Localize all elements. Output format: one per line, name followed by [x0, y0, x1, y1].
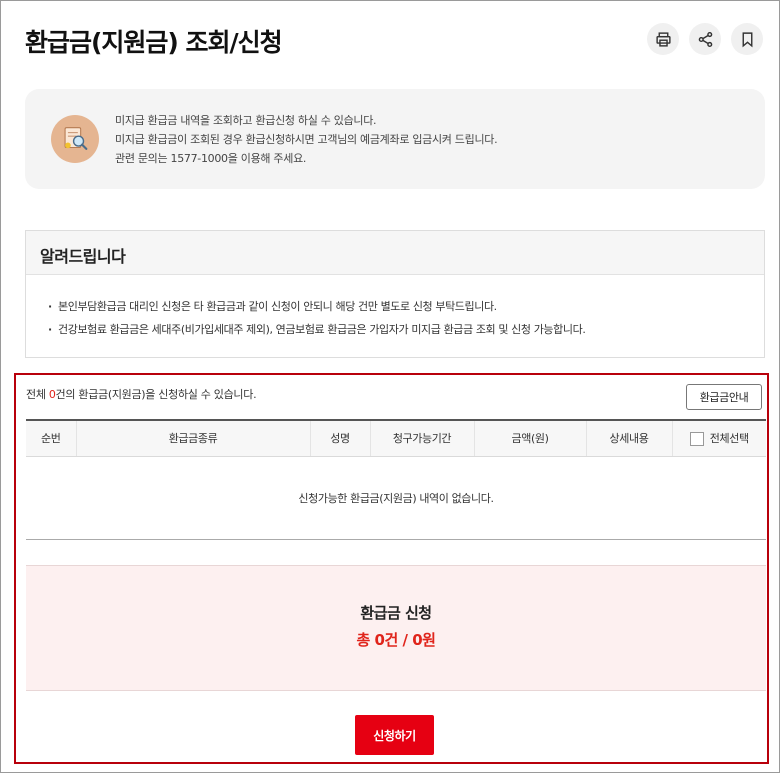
refund-section: 전체 0건의 환급금(지원금)을 신청하실 수 있습니다. 환급금안내 순번 환…	[14, 373, 769, 764]
refund-guide-button[interactable]: 환급금안내	[686, 384, 762, 410]
refund-count: 0	[48, 388, 56, 401]
page-actions	[647, 23, 763, 55]
table-header-row: 순번 환급금종류 성명 청구가능기간 금액(원) 상세내용 전체선택	[26, 419, 766, 457]
select-all-checkbox[interactable]	[689, 432, 704, 447]
notice-item: 건강보험료 환급금은 세대주(비가입세대주 제외), 연금보험료 환급금은 가입…	[48, 318, 764, 341]
search-document-icon	[51, 115, 99, 163]
col-amount: 금액(원)	[473, 419, 586, 457]
empty-message: 신청가능한 환급금(지원금) 내역이 없습니다.	[26, 456, 766, 540]
col-detail: 상세내용	[585, 419, 672, 457]
page-title: 환급금(지원금) 조회/신청	[25, 28, 283, 57]
select-all-label: 전체선택	[709, 432, 749, 446]
window-frame: 환급금(지원금) 조회/신청 미지급 환급금 내역을 조회하고 환급신청 하실 …	[0, 0, 780, 773]
notice-list: 본인부담환급금 대리인 신청은 타 환급금과 같이 신청이 안되니 해당 건만 …	[26, 275, 764, 341]
refund-count-text: 전체 0건의 환급금(지원금)을 신청하실 수 있습니다.	[26, 386, 257, 402]
apply-button[interactable]: 신청하기	[355, 715, 434, 755]
info-box: 미지급 환급금 내역을 조회하고 환급신청 하실 수 있습니다. 미지급 환급금…	[25, 89, 765, 189]
col-select-all: 전체선택	[671, 419, 766, 457]
info-line: 미지급 환급금 내역을 조회하고 환급신청 하실 수 있습니다.	[115, 114, 377, 127]
bookmark-icon[interactable]	[731, 23, 763, 55]
info-line: 미지급 환급금이 조회된 경우 환급신청하시면 고객님의 예금계좌로 입금시켜 …	[115, 133, 498, 146]
col-refund-type: 환급금종류	[75, 419, 310, 457]
info-text: 미지급 환급금 내역을 조회하고 환급신청 하실 수 있습니다. 미지급 환급금…	[115, 111, 498, 168]
notice-box: 알려드립니다 본인부담환급금 대리인 신청은 타 환급금과 같이 신청이 안되니…	[25, 230, 765, 358]
col-seq: 순번	[26, 419, 76, 457]
notice-item: 본인부담환급금 대리인 신청은 타 환급금과 같이 신청이 안되니 해당 건만 …	[48, 295, 764, 318]
count-suffix: 건의 환급금(지원금)을 신청하실 수 있습니다.	[55, 388, 257, 401]
info-line: 관련 문의는 1577-1000을 이용해 주세요.	[115, 152, 307, 165]
notice-title: 알려드립니다	[26, 231, 764, 275]
refund-table: 순번 환급금종류 성명 청구가능기간 금액(원) 상세내용 전체선택	[26, 419, 766, 457]
col-claim-period: 청구가능기간	[369, 419, 474, 457]
summary-title: 환급금 신청	[360, 604, 432, 622]
refund-summary: 환급금 신청 총 0건 / 0원	[26, 565, 766, 691]
summary-total: 총 0건 / 0원	[356, 631, 436, 649]
print-icon[interactable]	[647, 23, 679, 55]
share-icon[interactable]	[689, 23, 721, 55]
count-prefix: 전체	[26, 388, 49, 401]
col-name: 성명	[309, 419, 370, 457]
